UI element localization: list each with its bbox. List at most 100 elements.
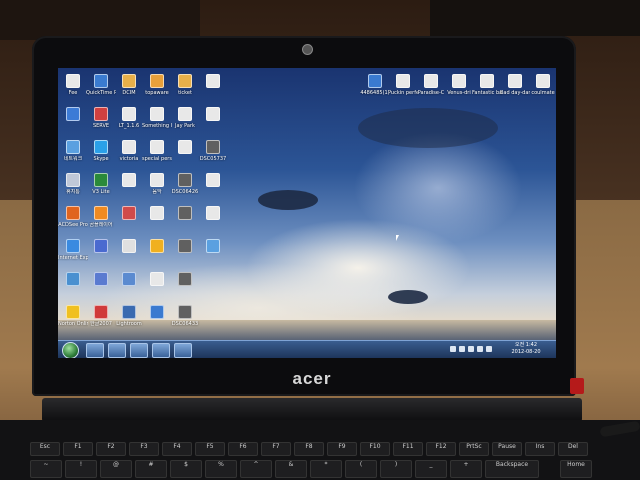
keyboard-key[interactable]: @ [100, 460, 132, 478]
desktop-icon[interactable] [170, 239, 200, 269]
desktop-icon[interactable] [114, 206, 144, 236]
desktop-icon[interactable]: 음악 [142, 173, 172, 203]
keyboard-key[interactable]: ! [65, 460, 97, 478]
tray-flag-icon[interactable] [477, 346, 483, 352]
keyboard-key[interactable]: * [310, 460, 342, 478]
desktop-icon[interactable]: Norton Onlin [58, 305, 88, 335]
desktop-icon[interactable] [142, 206, 172, 236]
keyboard-key[interactable]: Backspace [485, 460, 539, 478]
taskbar[interactable]: 오전 1:42 2012-08-20 [58, 340, 556, 358]
desktop-icon[interactable] [198, 107, 228, 137]
desktop-icon[interactable]: Fee [58, 74, 88, 104]
desktop-icon[interactable] [114, 173, 144, 203]
keyboard-key[interactable]: F7 [261, 442, 291, 456]
keyboard-key[interactable]: F2 [96, 442, 126, 456]
desktop-icon[interactable]: V3 Lite [86, 173, 116, 203]
tray-volume-icon[interactable] [459, 346, 465, 352]
keyboard-key[interactable]: % [205, 460, 237, 478]
keyboard-key[interactable]: F10 [360, 442, 390, 456]
desktop-icon[interactable]: ticket [170, 74, 200, 104]
desktop-icon[interactable]: ACDSee Pro [58, 206, 88, 236]
desktop-icon[interactable] [114, 239, 144, 269]
desktop-icon[interactable]: 4486485(1) [360, 74, 390, 104]
desktop-icon[interactable]: special person [142, 140, 172, 170]
desktop-icon[interactable]: Bad day-dani [500, 74, 530, 104]
keyboard-key[interactable]: Home [560, 460, 592, 478]
keyboard-key[interactable]: + [450, 460, 482, 478]
keyboard-key[interactable]: ^ [240, 460, 272, 478]
desktop-icon[interactable]: LT_1.1.6 [114, 107, 144, 137]
keyboard-key[interactable]: ) [380, 460, 412, 478]
keyboard-key[interactable]: PrtSc [459, 442, 489, 456]
desktop-icon[interactable] [198, 206, 228, 236]
desktop-icon[interactable]: QuickTime Player [86, 74, 116, 104]
keyboard-key[interactable]: $ [170, 460, 202, 478]
desktop-icon[interactable]: Internet Explorer [58, 239, 88, 269]
desktop-icon[interactable]: topaware [142, 74, 172, 104]
desktop-icon[interactable] [170, 140, 200, 170]
desktop-icon[interactable] [58, 272, 88, 302]
keyboard-key[interactable]: # [135, 460, 167, 478]
desktop-icon[interactable] [142, 239, 172, 269]
desktop-icon[interactable]: 곰플레이어 [86, 206, 116, 236]
taskbar-clock[interactable]: 오전 1:42 2012-08-20 [506, 342, 546, 356]
desktop-icon[interactable] [142, 272, 172, 302]
desktop-icon[interactable]: SERVE [86, 107, 116, 137]
tray-app-icon[interactable] [486, 346, 492, 352]
desktop-icon[interactable]: DSC06433 [170, 305, 200, 335]
desktop-icon[interactable]: DCIM [114, 74, 144, 104]
tray-network-icon[interactable] [450, 346, 456, 352]
taskbar-explorer-button[interactable] [86, 343, 104, 358]
desktop-icon[interactable]: Skype [86, 140, 116, 170]
desktop-icon[interactable] [58, 107, 88, 137]
taskbar-ie-button[interactable] [152, 343, 170, 358]
keyboard-key[interactable]: F4 [162, 442, 192, 456]
keyboard-key[interactable]: Del [558, 442, 588, 456]
keyboard-key[interactable]: F8 [294, 442, 324, 456]
desktop-icon[interactable]: DSC05737 [198, 140, 228, 170]
desktop-icon[interactable] [86, 239, 116, 269]
desktop-icon-glyph [94, 173, 108, 187]
desktop-icon[interactable] [198, 173, 228, 203]
keyboard-key[interactable]: F1 [63, 442, 93, 456]
desktop-icon[interactable]: Jay Park [170, 107, 200, 137]
keyboard-key[interactable]: ~ [30, 460, 62, 478]
desktop-icon[interactable] [170, 206, 200, 236]
keyboard-key[interactable]: _ [415, 460, 447, 478]
taskbar-app-button[interactable] [130, 343, 148, 358]
keyboard-key[interactable]: F6 [228, 442, 258, 456]
taskbar-app-button[interactable] [174, 343, 192, 358]
keyboard-key[interactable]: Ins [525, 442, 555, 456]
keyboard-key[interactable]: F11 [393, 442, 423, 456]
desktop-icon[interactable]: coulmate [528, 74, 556, 104]
keyboard-key[interactable]: F3 [129, 442, 159, 456]
keyboard-key[interactable]: Pause [492, 442, 522, 456]
desktop-icon[interactable]: Lightroom [114, 305, 144, 335]
desktop-icon[interactable] [86, 272, 116, 302]
desktop-icon[interactable] [142, 305, 172, 335]
desktop-icon[interactable] [198, 74, 228, 104]
laptop-screen: Fee 네트워크휴지통 ACDSee Pro Internet Explorer Nor… [58, 68, 556, 358]
keyboard-key[interactable]: F9 [327, 442, 357, 456]
keyboard-key[interactable]: F12 [426, 442, 456, 456]
desktop-icon[interactable] [198, 239, 228, 269]
keyboard-key[interactable]: & [275, 460, 307, 478]
desktop-icon[interactable]: Puckin perfect [388, 74, 418, 104]
keyboard-key[interactable]: F5 [195, 442, 225, 456]
desktop-icon[interactable] [114, 272, 144, 302]
desktop-icon[interactable] [170, 272, 200, 302]
desktop-icon[interactable]: DSC06426 [170, 173, 200, 203]
desktop-icon[interactable]: Fantastic baby [472, 74, 502, 104]
desktop-icon[interactable]: Paradise-C [416, 74, 446, 104]
desktop-icon[interactable]: 휴지통 [58, 173, 88, 203]
desktop-icon[interactable]: 네트워크 [58, 140, 88, 170]
desktop-icon[interactable]: victoria [114, 140, 144, 170]
keyboard-key[interactable]: ( [345, 460, 377, 478]
desktop-icon[interactable]: Something I Can't live [142, 107, 172, 137]
desktop-icon[interactable]: 한글2007 [86, 305, 116, 335]
tray-battery-icon[interactable] [468, 346, 474, 352]
start-button[interactable] [62, 342, 79, 358]
taskbar-media-button[interactable] [108, 343, 126, 358]
desktop-icon[interactable]: Venus-dri [444, 74, 474, 104]
keyboard-key[interactable]: Esc [30, 442, 60, 456]
